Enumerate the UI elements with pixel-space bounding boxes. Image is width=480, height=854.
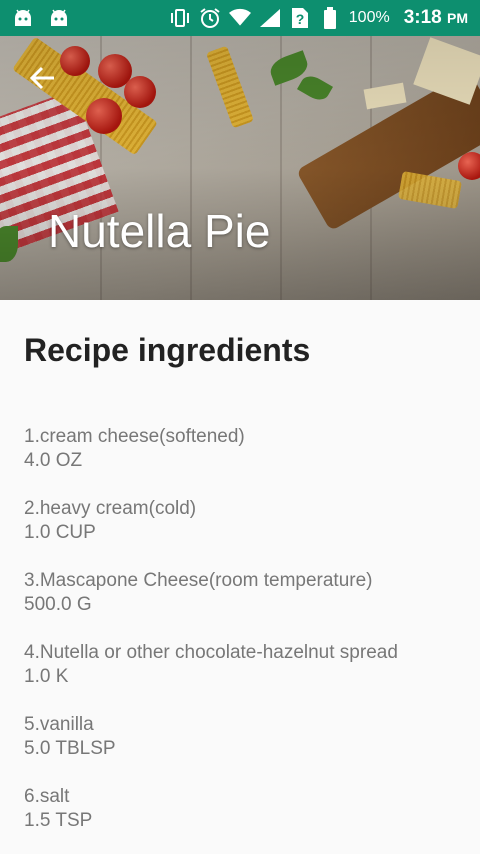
no-sim-icon: ? [289,7,311,29]
ingredient-amount: 4.0 OZ [24,450,83,471]
android-icon [48,7,70,29]
ingredients-section: Recipe ingredients 1.cream cheese(soften… [0,300,480,854]
ingredient-amount: 5.0 TBLSP [24,738,116,759]
ingredient-name: 4.Nutella or other chocolate-hazelnut sp… [24,642,398,663]
system-icons: ? 100% 3:18 PM [169,7,468,29]
list-item: 1.cream cheese(softened) 4.0 OZ [24,425,464,497]
list-item: 4.Nutella or other chocolate-hazelnut sp… [24,641,464,713]
ingredient-name: 3.Mascapone Cheese(room temperature) [24,570,373,591]
battery-percent: 100% [348,9,390,26]
clock-ampm: PM [447,10,468,26]
alarm-icon [199,7,221,29]
ingredient-amount: 500.0 G [24,594,92,615]
list-item: 6.salt 1.5 TSP [24,785,464,854]
recipe-title: Nutella Pie [48,205,271,257]
battery-icon [319,7,341,29]
ingredient-amount: 1.0 CUP [24,522,96,543]
ingredient-name: 6.salt [24,786,70,807]
signal-icon [259,7,281,29]
vibrate-icon [169,7,191,29]
recipe-header-image: Nutella Pie [0,36,480,300]
android-icon [12,7,34,29]
list-item: 5.vanilla 5.0 TBLSP [24,713,464,785]
list-item: 2.heavy cream(cold) 1.0 CUP [24,497,464,569]
ingredient-name: 5.vanilla [24,714,94,735]
notification-icons [12,7,70,29]
ingredient-name: 2.heavy cream(cold) [24,498,197,519]
list-item: 3.Mascapone Cheese(room temperature) 500… [24,569,464,641]
status-bar: ? 100% 3:18 PM [0,0,480,36]
arrow-left-icon [28,64,56,97]
svg-text:?: ? [295,11,304,27]
header-overlay [0,36,480,300]
back-button[interactable] [22,60,62,100]
ingredients-list: 1.cream cheese(softened) 4.0 OZ 2.heavy … [24,425,464,854]
section-title: Recipe ingredients [24,332,311,368]
wifi-icon [228,7,251,29]
ingredient-amount: 1.0 K [24,666,69,687]
clock: 3:18 PM [404,7,468,29]
ingredient-name: 1.cream cheese(softened) [24,426,245,447]
ingredient-amount: 1.5 TSP [24,810,93,831]
clock-time: 3:18 [403,7,442,28]
